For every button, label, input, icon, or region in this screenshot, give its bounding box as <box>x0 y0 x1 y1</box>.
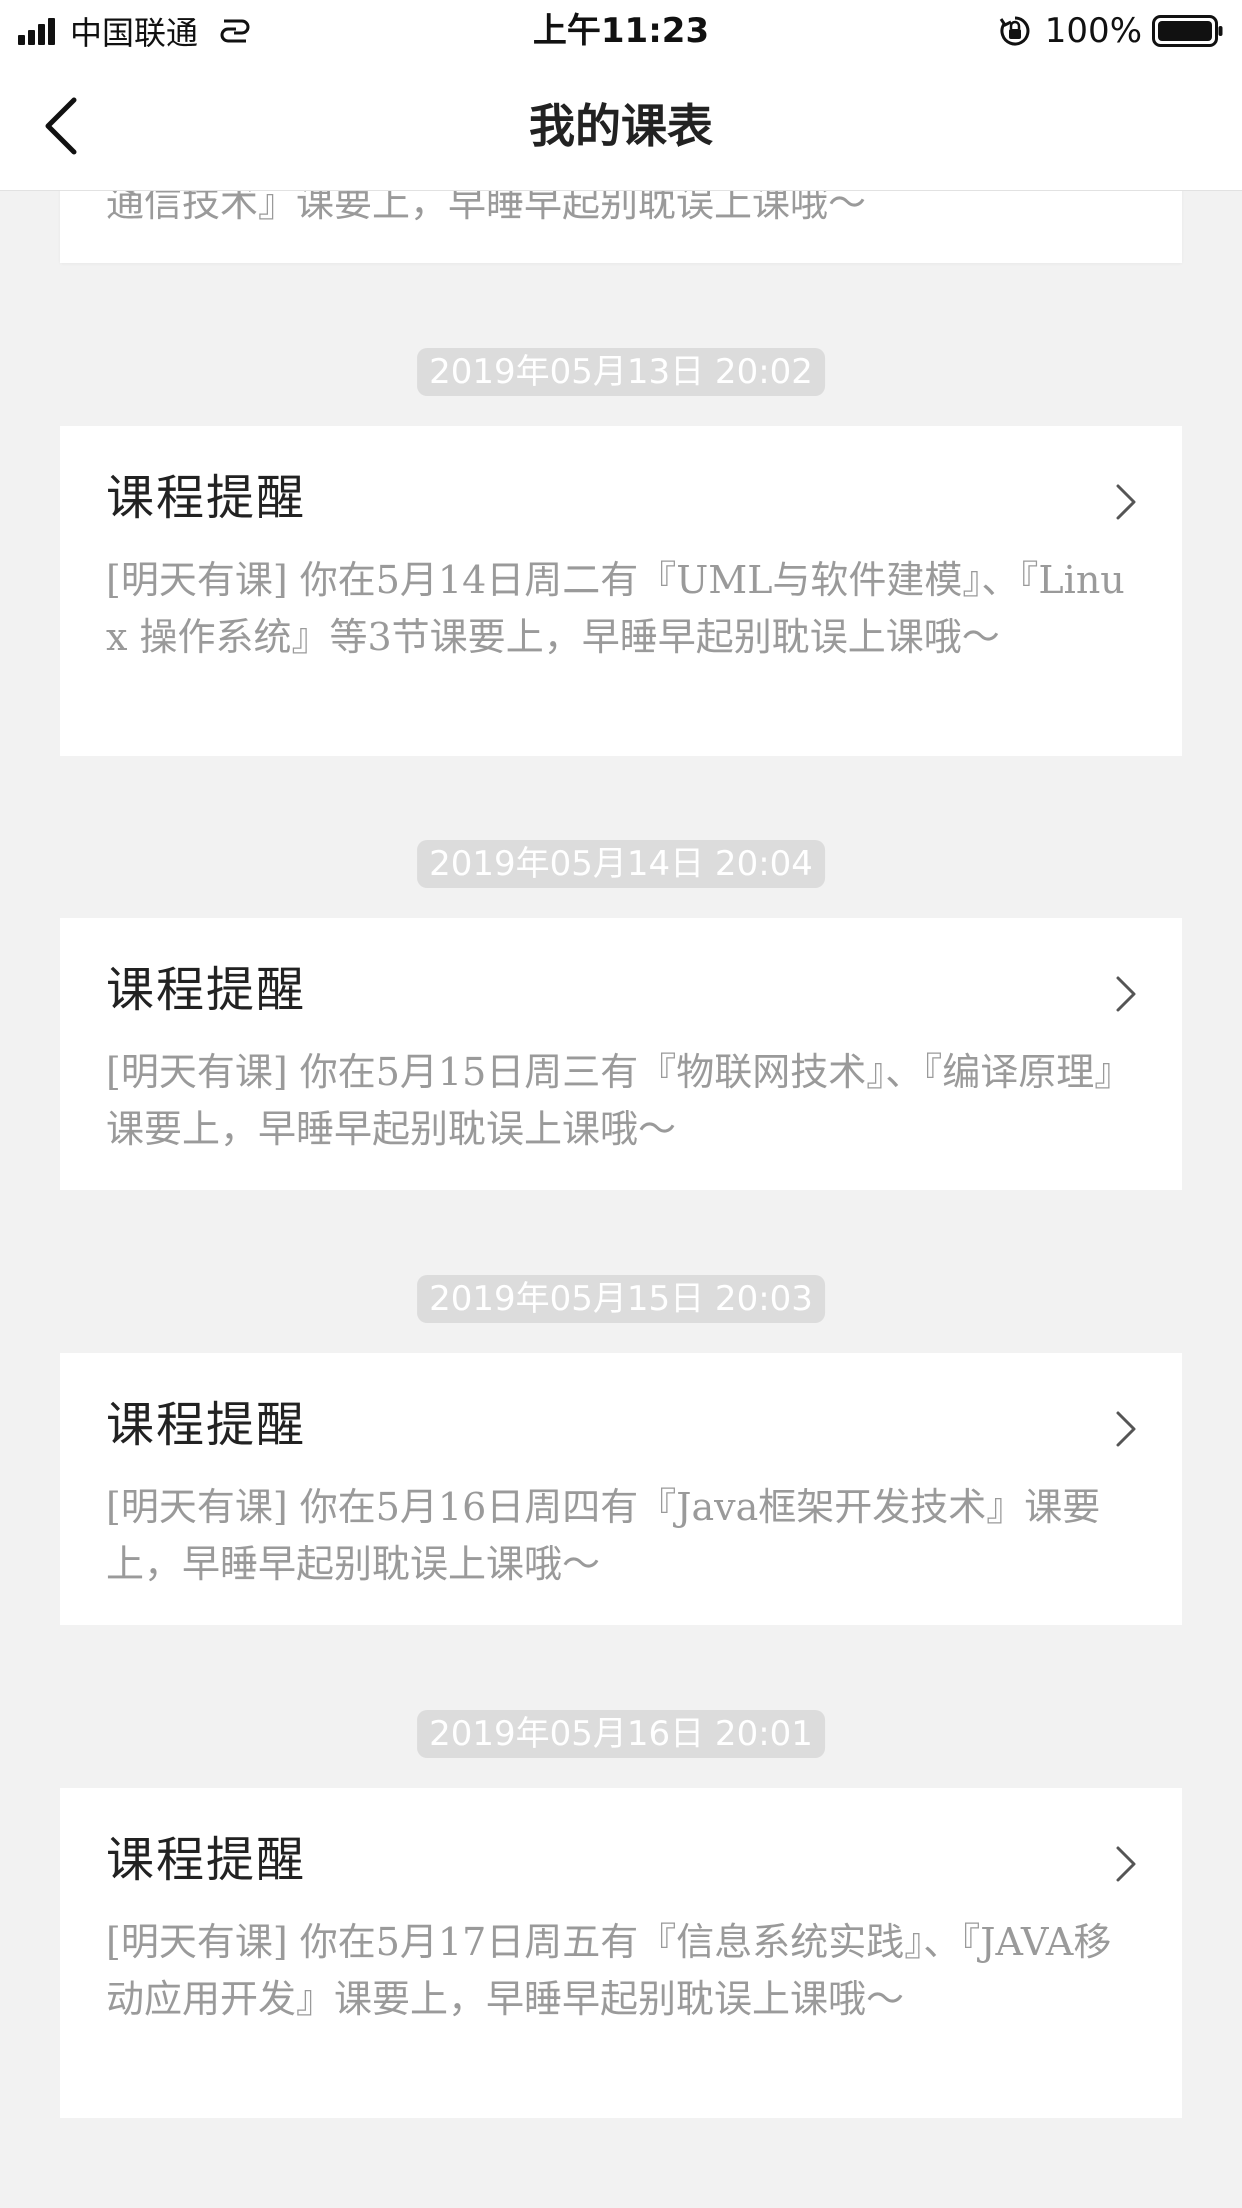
orientation-lock-icon <box>999 16 1030 46</box>
battery-icon <box>1152 15 1223 47</box>
message-title: 课程提醒 <box>106 1832 307 1888</box>
page-title: 我的课表 <box>529 99 713 153</box>
chevron-right-icon <box>1116 484 1136 520</box>
chevron-right-icon <box>1116 1846 1136 1882</box>
navigation-bar: 我的课表 <box>0 62 1242 191</box>
status-bar: 中国联通 上午11:23 100% <box>0 0 1242 62</box>
message-date: 2019年05月13日 20:02 <box>417 348 825 396</box>
message-title: 课程提醒 <box>106 1397 307 1453</box>
message-date: 2019年05月16日 20:01 <box>417 1710 825 1758</box>
message-date: 2019年05月15日 20:03 <box>417 1275 825 1323</box>
message-body: [明天有课] 你在5月15日周三有『物联网技术』、『编译原理』课要上，早睡早起别… <box>106 1050 1133 1151</box>
message-body: [明天有课] 你在5月14日周二有『UML与软件建模』、『Linux 操作系统』… <box>106 558 1125 659</box>
message-body: [明天有课] 你在5月17日周五有『信息系统实践』、『JAVA移动应用开发』课要… <box>106 1920 1112 2021</box>
message-card[interactable]: 课程提醒 [明天有课] 你在5月14日周二有『UML与软件建模』、『Linux … <box>60 426 1182 756</box>
message-card[interactable]: 课程提醒 [明天有课] 你在5月16日周四有『Java框架开发技术』课要上，早睡… <box>60 1353 1182 1625</box>
chevron-right-icon <box>1116 1411 1136 1447</box>
message-title: 课程提醒 <box>106 962 307 1018</box>
message-body: [明天有课] 你在5月16日周四有『Java框架开发技术』课要上，早睡早起别耽误… <box>106 1485 1101 1586</box>
message-title: 课程提醒 <box>106 470 307 526</box>
message-card[interactable]: 课程提醒 [明天有课] 你在5月15日周三有『物联网技术』、『编译原理』课要上，… <box>60 918 1182 1190</box>
message-date: 2019年05月14日 20:04 <box>417 840 825 888</box>
battery-percentage: 100% <box>1044 11 1142 51</box>
message-card[interactable]: 课程提醒 [明天有课] 你在5月17日周五有『信息系统实践』、『JAVA移动应用… <box>60 1788 1182 2118</box>
status-right: 100% <box>999 8 1224 54</box>
message-list[interactable]: 通信技术』课要上，早睡早起别耽误上课哦～ 2019年05月13日 20:02 课… <box>0 0 1242 2208</box>
chevron-right-icon <box>1116 976 1136 1012</box>
